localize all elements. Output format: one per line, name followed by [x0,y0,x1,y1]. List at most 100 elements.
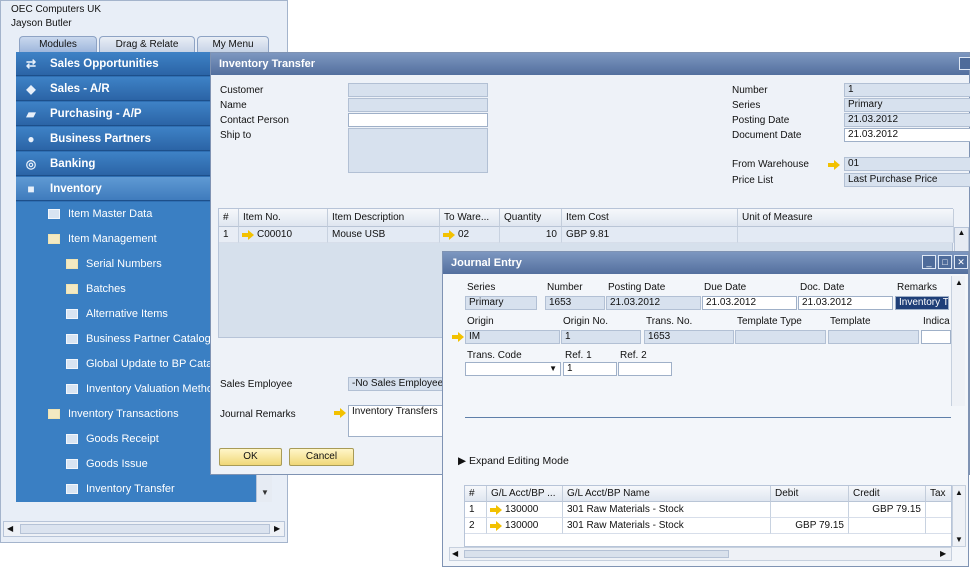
module-label: Banking [50,158,96,170]
tab-drag-relate[interactable]: Drag & Relate [99,36,195,52]
tax-cell[interactable] [926,502,951,518]
grid-header[interactable]: To Ware... [440,209,500,227]
module-label: Purchasing - A/P [50,108,142,120]
maximize-icon[interactable] [959,57,970,70]
panel-horizontal-scrollbar[interactable]: ◀ ▶ [3,521,285,537]
grid-header[interactable]: Unit of Measure [738,209,954,227]
sales-employee-select[interactable]: -No Sales Employee- [348,377,443,391]
ship-to-field[interactable] [348,128,488,173]
nav-label: Goods Receipt [86,433,159,445]
maximize-icon[interactable]: □ [938,255,952,269]
scroll-right-icon[interactable]: ▶ [940,549,946,558]
account-name-cell[interactable]: 301 Raw Materials - Stock [563,502,771,518]
header-scrollbar[interactable]: ▲ [951,276,965,406]
trans-no-field[interactable]: 1653 [644,330,734,344]
item-cost-cell[interactable]: GBP 9.81 [562,227,738,243]
customer-field[interactable] [348,83,488,97]
template-label: Template [830,316,871,327]
from-warehouse-label: From Warehouse [732,159,809,170]
grid-header[interactable]: Debit [771,486,849,502]
document-date-field[interactable]: 21.03.2012 [844,128,970,142]
to-warehouse-cell[interactable]: 02 [440,227,500,243]
journal-lines-grid: # G/L Acct/BP ... G/L Acct/BP Name Debit… [464,485,952,547]
number-field[interactable]: 1653 [545,296,605,310]
scroll-up-icon[interactable]: ▲ [955,488,963,497]
form-icon [66,434,78,444]
debit-cell[interactable]: GBP 79.15 [771,518,849,534]
scroll-down-icon[interactable]: ▼ [955,535,963,544]
link-arrow-icon[interactable] [334,408,346,418]
link-arrow-icon[interactable] [490,521,502,531]
journal-remarks-field[interactable]: Inventory Transfers [348,405,443,437]
series-field[interactable]: Primary [465,296,537,310]
ref2-label: Ref. 2 [620,350,647,361]
doc-date-field[interactable]: 21.03.2012 [798,296,893,310]
account-name-cell[interactable]: 301 Raw Materials - Stock [563,518,771,534]
posting-date-field[interactable]: 21.03.2012 [606,296,701,310]
nav-inventory-transfer[interactable]: Inventory Transfer [16,477,272,502]
remarks-field[interactable]: Inventory T [895,296,949,310]
grid-vertical-scrollbar[interactable]: ▲ ▼ [952,485,966,547]
tab-modules[interactable]: Modules [19,36,97,52]
name-field[interactable] [348,98,488,112]
template-field[interactable] [828,330,919,344]
tab-my-menu[interactable]: My Menu [197,36,269,52]
scroll-thumb[interactable] [20,524,270,534]
quantity-cell[interactable]: 10 [500,227,562,243]
from-warehouse-field[interactable]: 01 [844,157,970,171]
scroll-left-icon[interactable]: ◀ [452,549,458,558]
tax-cell[interactable] [926,518,951,534]
tag-icon: ◆ [26,82,36,96]
debit-cell[interactable] [771,502,849,518]
link-arrow-icon[interactable] [828,160,840,170]
posting-date-field[interactable]: 21.03.2012 [844,113,970,127]
origin-no-field[interactable]: 1 [561,330,641,344]
ref2-field[interactable] [618,362,672,376]
chevron-down-icon[interactable]: ▼ [549,363,557,375]
scroll-thumb[interactable] [464,550,729,558]
cancel-button[interactable]: Cancel [289,448,354,466]
series-field[interactable]: Primary [844,98,970,112]
grid-header[interactable]: Quantity [500,209,562,227]
scroll-right-icon[interactable]: ▶ [274,524,280,533]
ref1-field[interactable]: 1 [563,362,617,376]
due-date-field[interactable]: 21.03.2012 [702,296,797,310]
grid-horizontal-scrollbar[interactable]: ◀ ▶ [449,547,952,561]
scroll-left-icon[interactable]: ◀ [7,524,13,533]
module-label: Business Partners [50,133,151,145]
grid-header[interactable]: Credit [849,486,926,502]
grid-header[interactable]: Item Description [328,209,440,227]
uom-cell[interactable] [738,227,954,243]
item-description-cell[interactable]: Mouse USB [328,227,440,243]
account-cell[interactable]: 130000 [487,502,563,518]
grid-header[interactable]: Item No. [239,209,328,227]
link-arrow-icon[interactable] [452,332,464,342]
expand-editing-mode[interactable]: ▶ Expand Editing Mode [458,455,569,467]
account-cell[interactable]: 130000 [487,518,563,534]
grid-header[interactable]: G/L Acct/BP Name [563,486,771,502]
scroll-down-icon[interactable]: ▼ [261,488,269,497]
link-arrow-icon[interactable] [242,230,254,240]
number-field[interactable]: 1 [844,83,970,97]
scroll-up-icon[interactable]: ▲ [954,227,969,252]
ok-button[interactable]: OK [219,448,282,466]
minimize-icon[interactable]: _ [922,255,936,269]
item-no-cell[interactable]: C00010 [239,227,328,243]
form-icon [66,359,78,369]
close-icon[interactable]: ✕ [954,255,968,269]
price-list-field[interactable]: Last Purchase Price [844,173,970,187]
credit-cell[interactable] [849,518,926,534]
grid-header[interactable]: Tax [926,486,951,502]
link-arrow-icon[interactable] [490,505,502,515]
indicator-field[interactable] [921,330,951,344]
credit-cell[interactable]: GBP 79.15 [849,502,926,518]
origin-field[interactable]: IM [465,330,560,344]
link-arrow-icon[interactable] [443,230,455,240]
template-type-field[interactable] [735,330,826,344]
grid-header[interactable]: G/L Acct/BP ... [487,486,563,502]
scroll-up-icon[interactable]: ▲ [955,278,963,287]
nav-label: Global Update to BP Catalog [86,358,228,370]
grid-header[interactable]: Item Cost [562,209,738,227]
trans-code-select[interactable]: ▼ [465,362,561,376]
contact-person-field[interactable] [348,113,488,127]
